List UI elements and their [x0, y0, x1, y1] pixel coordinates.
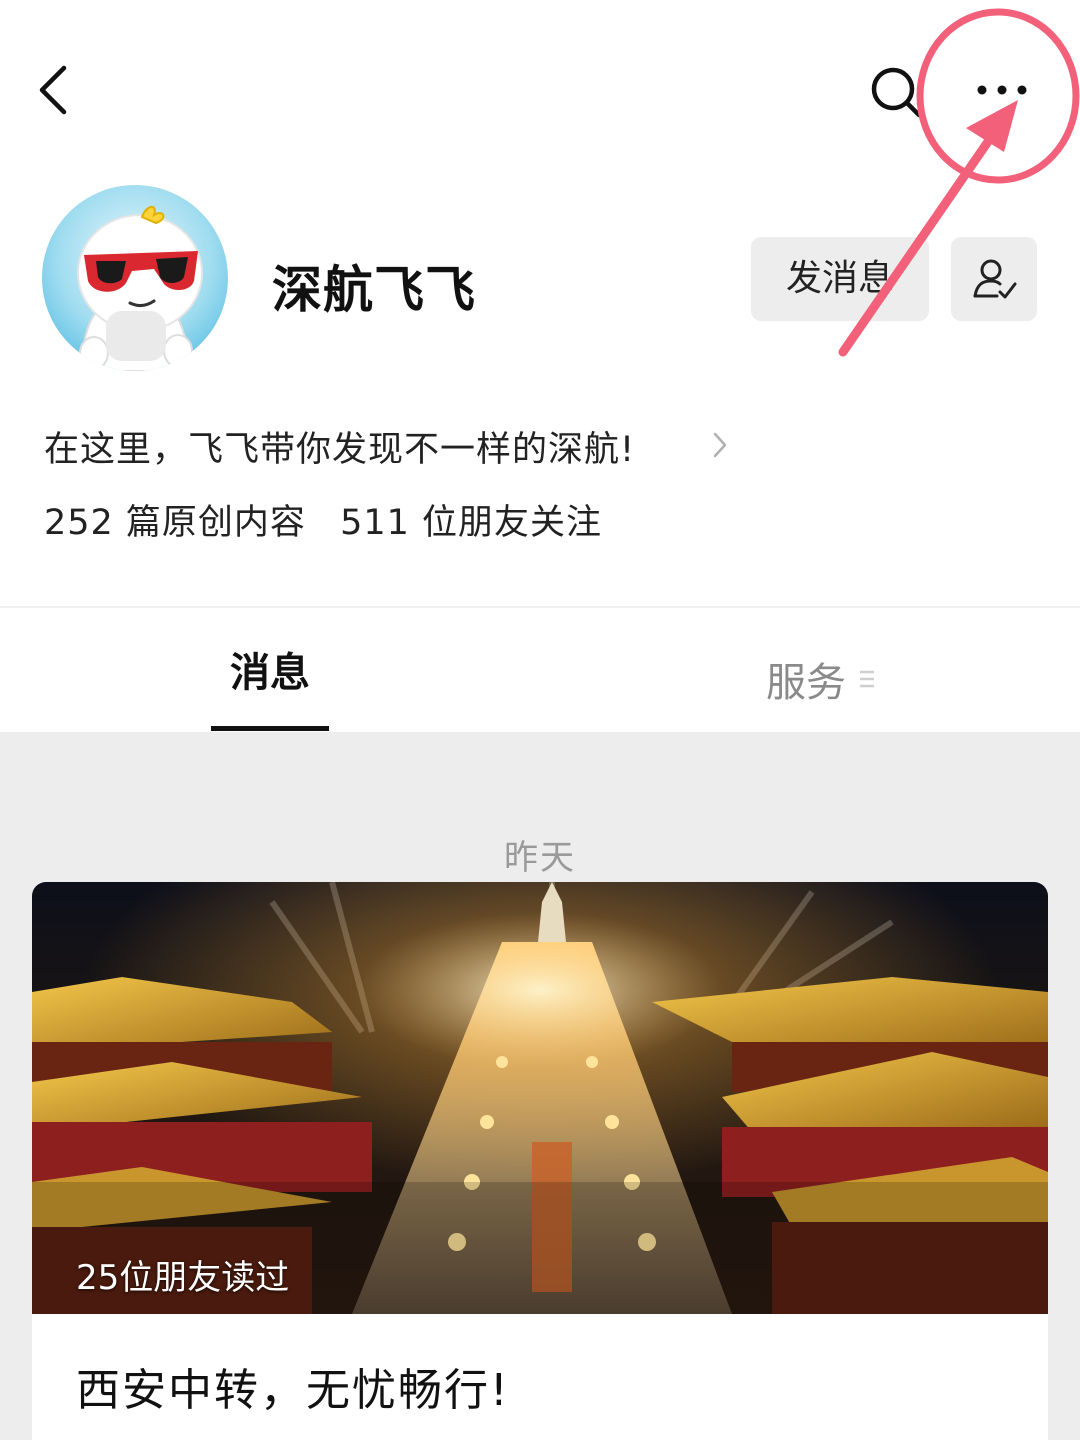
more-horizontal-icon	[977, 85, 1027, 95]
article-card[interactable]: 25位朋友读过 西安中转，无忧畅行!	[32, 882, 1048, 1440]
official-account-profile-page: 深航飞飞 发消息 在这里，飞飞带你发现不一样的深航! 252 篇原创内容 511…	[0, 0, 1080, 1440]
account-intro-link[interactable]: 在这里，飞飞带你发现不一样的深航!	[44, 418, 744, 474]
chevron-left-icon	[39, 65, 67, 115]
read-count: 25位朋友读过	[76, 1258, 290, 1298]
back-button[interactable]	[30, 58, 80, 122]
tab-messages[interactable]: 消息	[211, 640, 329, 710]
original-article-count: 252 篇原创内容	[44, 503, 306, 543]
more-button[interactable]	[968, 70, 1038, 110]
article-title: 西安中转，无忧畅行!	[76, 1365, 510, 1416]
account-intro: 在这里，飞飞带你发现不一样的深航!	[44, 429, 636, 470]
tab-services[interactable]: 服务	[766, 644, 878, 714]
account-name: 深航飞飞	[272, 261, 476, 319]
follower-count: 511 位朋友关注	[340, 503, 603, 543]
message-feed: 昨天 25位朋友读过 西安中转，无忧畅行!	[0, 732, 1080, 1440]
search-icon	[871, 67, 922, 118]
send-message-button[interactable]: 发消息	[751, 237, 929, 321]
avatar[interactable]	[42, 185, 228, 371]
account-stats: 252 篇原创内容 511 位朋友关注	[44, 494, 624, 545]
followed-button[interactable]	[951, 237, 1037, 321]
search-button[interactable]	[866, 62, 926, 122]
date-label: 昨天	[504, 838, 576, 878]
user-check-icon	[973, 259, 1017, 299]
active-tab-indicator	[211, 726, 329, 731]
tab-services-label: 服务	[766, 660, 846, 706]
chevron-right-icon	[713, 432, 727, 458]
divider	[0, 606, 1080, 608]
menu-icon	[860, 670, 874, 688]
